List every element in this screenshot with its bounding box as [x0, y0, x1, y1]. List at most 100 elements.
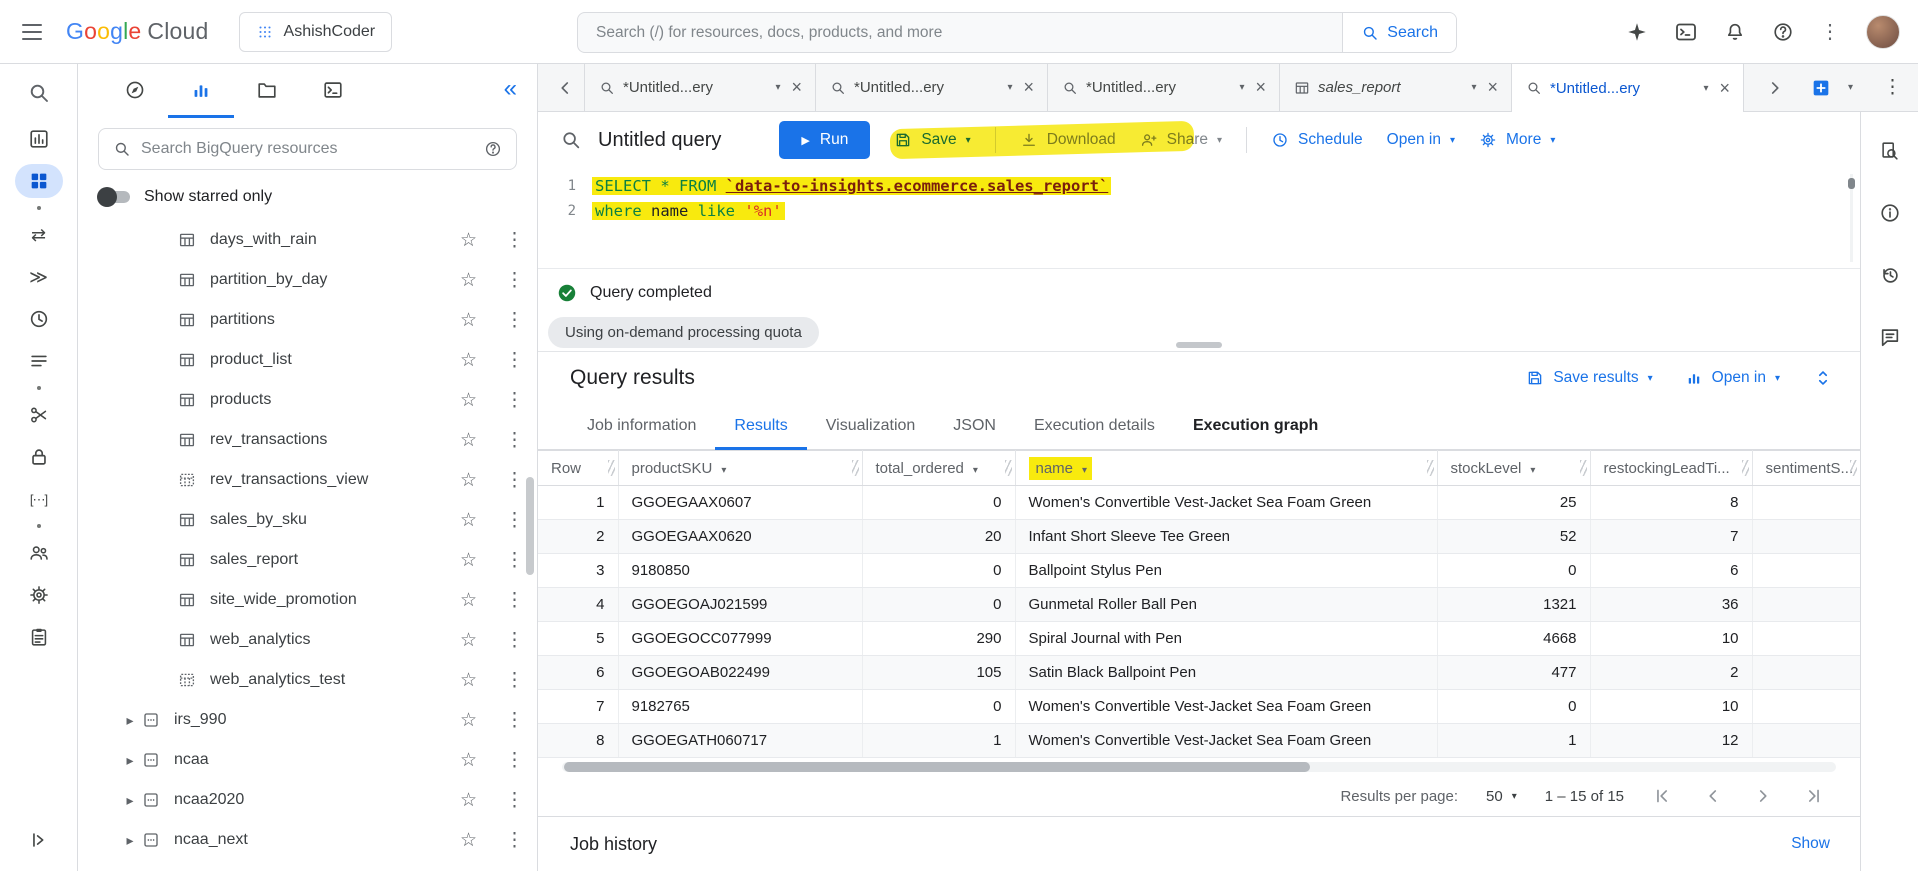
query-history-icon[interactable] [1870, 260, 1910, 290]
column-header[interactable]: restockingLeadTi... [1590, 450, 1753, 486]
results-tab-execution-details[interactable]: Execution details [1015, 404, 1174, 450]
first-page-icon[interactable] [1652, 785, 1674, 807]
save-button[interactable]: Save ▾ [894, 131, 971, 149]
sql-editor[interactable]: 1 SELECT * FROM `data-to-insights.ecommer… [538, 168, 1860, 268]
cloud-shell-icon[interactable] [1674, 20, 1698, 44]
expand-nav-icon[interactable] [15, 823, 63, 857]
job-information-icon[interactable] [1870, 198, 1910, 228]
tab-close-icon[interactable]: × [1252, 77, 1269, 98]
download-button[interactable]: Download [1020, 131, 1116, 149]
results-tab-json[interactable]: JSON [934, 404, 1015, 450]
star-icon[interactable]: ☆ [460, 229, 477, 252]
item-more-icon[interactable]: ⋮ [505, 669, 524, 692]
job-history-bar[interactable]: Job history Show [538, 816, 1860, 871]
editor-tab[interactable]: *Untitled...ery ▾ × [1512, 64, 1744, 112]
expand-results-icon[interactable] [1812, 367, 1834, 389]
editor-scrollbar-thumb[interactable] [1848, 178, 1855, 189]
tree-item-table[interactable]: partition_by_day ☆ ⋮ [78, 260, 537, 300]
help-icon[interactable] [1772, 21, 1794, 43]
star-icon[interactable]: ☆ [460, 589, 477, 612]
monitoring-icon[interactable] [15, 620, 63, 654]
project-selector[interactable]: AshishCoder [238, 11, 393, 52]
explorer-search-input[interactable] [141, 140, 474, 158]
column-header[interactable]: total_ordered ▾ [862, 450, 1016, 486]
transfers-icon[interactable]: ⇄ [15, 218, 63, 252]
new-tab-icon[interactable] [1810, 77, 1832, 99]
explorer-nav-insights[interactable] [168, 64, 234, 118]
item-more-icon[interactable]: ⋮ [505, 709, 524, 732]
star-icon[interactable]: ☆ [460, 629, 477, 652]
tree-item-dataset[interactable]: ▸ irs_990 ☆ ⋮ [78, 700, 537, 740]
gemini-sparkle-icon[interactable] [1626, 21, 1648, 43]
item-more-icon[interactable]: ⋮ [505, 469, 524, 492]
tabs-scroll-right-icon[interactable] [1756, 77, 1794, 99]
star-icon[interactable]: ☆ [460, 749, 477, 772]
run-button[interactable]: ▶ Run [779, 121, 871, 159]
resize-handle[interactable] [1176, 342, 1222, 348]
star-icon[interactable]: ☆ [460, 709, 477, 732]
scrollbar-thumb[interactable] [564, 762, 1310, 772]
notifications-bell-icon[interactable] [1724, 21, 1746, 43]
column-header[interactable]: productSKU ▾ [618, 450, 863, 486]
item-more-icon[interactable]: ⋮ [505, 549, 524, 572]
tree-item-table[interactable]: products ☆ ⋮ [78, 380, 537, 420]
star-icon[interactable]: ☆ [460, 469, 477, 492]
collapse-panel-icon[interactable]: « [504, 75, 517, 107]
data-prep-icon[interactable] [15, 398, 63, 432]
tree-item-table[interactable]: site_wide_promotion ☆ ⋮ [78, 580, 537, 620]
hamburger-menu-icon[interactable] [22, 23, 42, 40]
explorer-nav-folder[interactable] [234, 64, 300, 118]
more-options-icon[interactable]: ⋮ [1820, 19, 1840, 44]
tree-item-dataset[interactable]: ▸ ncaa_next ☆ ⋮ [78, 820, 537, 860]
tree-item-table[interactable]: sales_by_sku ☆ ⋮ [78, 500, 537, 540]
history-icon[interactable] [15, 302, 63, 336]
tab-close-icon[interactable]: × [1716, 78, 1733, 99]
star-icon[interactable]: ☆ [460, 509, 477, 532]
governance-icon[interactable] [15, 440, 63, 474]
feedback-icon[interactable] [1870, 322, 1910, 352]
tab-bar-more-icon[interactable]: ⋮ [1883, 64, 1918, 111]
column-sort-caret-icon[interactable]: ▾ [721, 465, 726, 476]
item-more-icon[interactable]: ⋮ [505, 589, 524, 612]
sql-table-reference[interactable]: `data-to-insights.ecommerce.sales_report… [726, 177, 1109, 195]
open-in-button[interactable]: Open in ▾ [1387, 131, 1455, 149]
save-results-button[interactable]: Save results ▾ [1526, 369, 1653, 387]
item-more-icon[interactable]: ⋮ [505, 389, 524, 412]
tree-item-table[interactable]: days_with_rain ☆ ⋮ [78, 220, 537, 260]
explore-data-icon[interactable] [1870, 136, 1910, 166]
migration-icon[interactable]: [⋯] [15, 482, 63, 516]
tree-item-table[interactable]: rev_transactions_view ☆ ⋮ [78, 460, 537, 500]
results-tab-results[interactable]: Results [715, 404, 807, 450]
avatar[interactable] [1866, 14, 1900, 49]
editor-tab[interactable]: *Untitled...ery ▾ × [1048, 64, 1280, 111]
global-search-input[interactable] [578, 13, 1343, 52]
item-more-icon[interactable]: ⋮ [505, 509, 524, 532]
saved-queries-icon[interactable] [15, 344, 63, 378]
next-page-icon[interactable] [1752, 785, 1774, 807]
editor-tab[interactable]: *Untitled...ery ▾ × [816, 64, 1048, 111]
tree-item-table[interactable]: product_list ☆ ⋮ [78, 340, 537, 380]
tree-item-table[interactable]: rev_transactions ☆ ⋮ [78, 420, 537, 460]
tab-caret-icon[interactable]: ▾ [775, 82, 780, 93]
star-icon[interactable]: ☆ [460, 269, 477, 292]
column-header[interactable]: sentimentS... [1752, 450, 1860, 486]
column-header[interactable]: name ▾ [1015, 450, 1438, 486]
expand-arrow-icon[interactable]: ▸ [118, 792, 142, 809]
tab-close-icon[interactable]: × [1484, 77, 1501, 98]
tab-close-icon[interactable]: × [788, 77, 805, 98]
explorer-scrollbar[interactable] [526, 477, 534, 575]
column-sort-caret-icon[interactable]: ▾ [973, 465, 978, 476]
editor-tab[interactable]: *Untitled...ery ▾ × [584, 64, 816, 111]
column-header[interactable]: Row [538, 450, 619, 486]
tab-close-icon[interactable]: × [1020, 77, 1037, 98]
tree-item-table[interactable]: sales_report ☆ ⋮ [78, 540, 537, 580]
star-icon[interactable]: ☆ [460, 349, 477, 372]
analysis-icon[interactable] [15, 122, 63, 156]
item-more-icon[interactable]: ⋮ [505, 749, 524, 772]
expand-arrow-icon[interactable]: ▸ [118, 752, 142, 769]
tree-item-table[interactable]: web_analytics_test ☆ ⋮ [78, 660, 537, 700]
tree-item-dataset[interactable]: ▸ ncaa ☆ ⋮ [78, 740, 537, 780]
item-more-icon[interactable]: ⋮ [505, 429, 524, 452]
results-tab-job-information[interactable]: Job information [568, 404, 715, 450]
explorer-nav-console[interactable] [300, 64, 366, 118]
